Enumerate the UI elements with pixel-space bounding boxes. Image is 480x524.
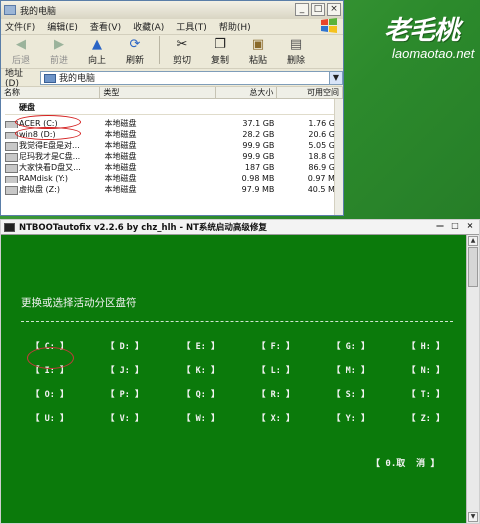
table-row[interactable]: RAMdisk (Y:) 本地磁盘 0.98 MB 0.97 ME [1, 173, 343, 184]
dashed-divider [21, 321, 453, 322]
windows-logo-icon [321, 18, 337, 33]
minimize-button[interactable]: _ [295, 3, 309, 16]
refresh-button[interactable]: ⟳ 刷新 [117, 36, 153, 67]
scissors-icon: ✂ [176, 36, 188, 52]
drive-option-s[interactable]: 【 S: 】 [332, 388, 369, 400]
paste-icon: ▣ [251, 36, 265, 52]
console-title: NTBOOTautofix v2.2.6 by chz_hlh - NT系统启动… [19, 223, 267, 233]
address-label: 地址(D) [5, 69, 24, 89]
address-bar: 地址(D) 我的电脑 ▼ [1, 69, 343, 89]
prompt-text: 更换或选择活动分区盘符 [21, 297, 137, 309]
paste-button[interactable]: ▣ 粘贴 [240, 36, 276, 67]
drive-option-z[interactable]: 【 Z: 】 [407, 412, 444, 424]
forward-arrow-icon: ▶ [54, 36, 64, 52]
console-scrollbar[interactable]: ▲ ▼ [466, 235, 479, 523]
menu-favorites[interactable]: 收藏(A) [133, 20, 164, 33]
copy-button[interactable]: ❐ 复制 [202, 36, 238, 67]
console-titlebar[interactable]: NTBOOTautofix v2.2.6 by chz_hlh - NT系统启动… [1, 220, 479, 235]
close-button[interactable]: × [327, 3, 341, 16]
cancel-option[interactable]: 【 0.取 消 】 [371, 456, 440, 469]
drive-option-d[interactable]: 【 D: 】 [106, 340, 143, 352]
scroll-thumb[interactable] [468, 247, 478, 287]
drive-option-k[interactable]: 【 K: 】 [182, 364, 219, 376]
brand-url: laomaotao.net [392, 46, 475, 61]
back-arrow-icon: ◀ [16, 36, 26, 52]
computer-icon [43, 73, 56, 83]
menu-edit[interactable]: 编辑(E) [47, 20, 78, 33]
menu-help[interactable]: 帮助(H) [219, 20, 251, 33]
drive-option-w[interactable]: 【 W: 】 [182, 412, 219, 424]
brand-logo: 老毛桃 [384, 16, 460, 46]
drive-option-o[interactable]: 【 O: 】 [31, 388, 68, 400]
drive-option-n[interactable]: 【 N: 】 [407, 364, 444, 376]
maximize-button[interactable]: □ [311, 3, 325, 16]
forward-button[interactable]: ▶ 前进 [41, 36, 77, 67]
console-icon [4, 222, 15, 232]
table-row[interactable]: 大家快看D盘又... 本地磁盘 187 GB 86.9 GE [1, 162, 343, 173]
delete-icon: ▤ [289, 36, 303, 52]
drive-option-t[interactable]: 【 T: 】 [407, 388, 444, 400]
drive-option-r[interactable]: 【 R: 】 [257, 388, 294, 400]
close-button[interactable]: × [464, 221, 476, 232]
up-arrow-icon: ▲ [92, 36, 102, 52]
table-row[interactable]: 我觉得E盘是对... 本地磁盘 99.9 GB 5.05 GE [1, 140, 343, 151]
drive-option-f[interactable]: 【 F: 】 [257, 340, 294, 352]
drive-option-m[interactable]: 【 M: 】 [332, 364, 369, 376]
drive-list: 名称 类型 总大小 可用空间 硬盘 ACER (C:) 本地磁盘 37.1 GB… [1, 87, 343, 215]
chevron-down-icon[interactable]: ▼ [329, 71, 342, 84]
drive-option-y[interactable]: 【 Y: 】 [332, 412, 369, 424]
maximize-button[interactable]: □ [449, 221, 461, 232]
group-label: 硬盘 [19, 103, 35, 112]
desktop: 老毛桃 laomaotao.net 我的电脑 _ □ × 文件(F) 编辑(E)… [0, 0, 480, 524]
address-value: 我的电脑 [58, 74, 95, 84]
highlight-oval-c-drive [27, 347, 74, 369]
column-name[interactable]: 名称 [1, 87, 101, 98]
column-type[interactable]: 类型 [100, 87, 216, 98]
drive-option-p[interactable]: 【 P: 】 [106, 388, 143, 400]
ntbootautofix-window: NTBOOTautofix v2.2.6 by chz_hlh - NT系统启动… [0, 219, 480, 524]
back-button[interactable]: ◀ 后退 [3, 36, 39, 67]
scroll-down-icon[interactable]: ▼ [468, 512, 478, 522]
drive-option-l[interactable]: 【 L: 】 [257, 364, 294, 376]
explorer-titlebar[interactable]: 我的电脑 _ □ × [1, 1, 343, 19]
drive-option-q[interactable]: 【 Q: 】 [182, 388, 219, 400]
toolbar-separator [159, 36, 160, 64]
console-body: 更换或选择活动分区盘符 【 C: 】 【 D: 】 【 E: 】 【 F: 】 … [1, 235, 467, 523]
menu-tools[interactable]: 工具(T) [176, 20, 207, 33]
menu-file[interactable]: 文件(F) [5, 20, 35, 33]
cut-button[interactable]: ✂ 剪切 [164, 36, 200, 67]
brand-watermark: 老毛桃 laomaotao.net [350, 4, 480, 72]
table-row[interactable]: 尼玛我才是C盘... 本地磁盘 99.9 GB 18.8 GE [1, 151, 343, 162]
delete-button[interactable]: ▤ 删除 [278, 36, 314, 67]
list-header: 名称 类型 总大小 可用空间 [1, 87, 343, 99]
computer-icon [4, 5, 16, 15]
column-total[interactable]: 总大小 [216, 87, 278, 98]
table-row[interactable]: 虚拟盘 (Z:) 本地磁盘 97.9 MB 40.5 ME [1, 184, 343, 195]
drive-option-j[interactable]: 【 J: 】 [106, 364, 143, 376]
copy-icon: ❐ [214, 36, 226, 52]
drive-option-u[interactable]: 【 U: 】 [31, 412, 68, 424]
column-free[interactable]: 可用空间 [277, 87, 343, 98]
refresh-icon: ⟳ [129, 36, 141, 52]
address-input[interactable]: 我的电脑 ▼ [39, 70, 343, 85]
vertical-scrollbar[interactable] [334, 99, 343, 215]
drive-option-h[interactable]: 【 H: 】 [407, 340, 444, 352]
drive-option-e[interactable]: 【 E: 】 [182, 340, 219, 352]
explorer-window: 我的电脑 _ □ × 文件(F) 编辑(E) 查看(V) 收藏(A) 工具(T)… [0, 0, 344, 216]
drive-option-v[interactable]: 【 V: 】 [106, 412, 143, 424]
explorer-title: 我的电脑 [20, 6, 57, 17]
scroll-up-icon[interactable]: ▲ [468, 236, 478, 246]
highlight-oval-d [15, 127, 81, 140]
menu-bar: 文件(F) 编辑(E) 查看(V) 收藏(A) 工具(T) 帮助(H) [1, 18, 343, 35]
up-button[interactable]: ▲ 向上 [79, 36, 115, 67]
drive-option-g[interactable]: 【 G: 】 [332, 340, 369, 352]
menu-view[interactable]: 查看(V) [90, 20, 121, 33]
toolbar: ◀ 后退 ▶ 前进 ▲ 向上 ⟳ 刷新 ✂ 剪切 ❐ 复制 ▣ 粘贴 ▤ 删除 [1, 35, 343, 69]
minimize-button[interactable]: — [434, 221, 446, 232]
drive-option-x[interactable]: 【 X: 】 [257, 412, 294, 424]
